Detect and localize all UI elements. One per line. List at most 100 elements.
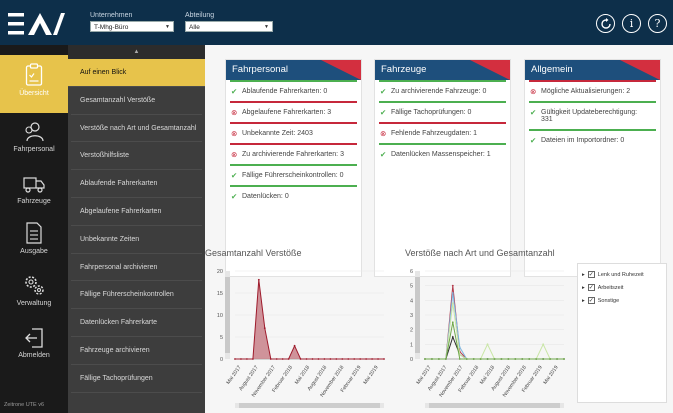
status-text: Mögliche Aktualisierungen: (541, 88, 625, 95)
status-value: 1 (486, 151, 491, 158)
status-row[interactable]: ⊗ Zu archivierende Fahrerkarten: 3 (230, 143, 357, 164)
data-point (341, 358, 344, 360)
subnav-datenluecken-fahrerkarte[interactable]: Datenlücken Fahrerkarte (71, 309, 202, 337)
x-tick-label: Mai 2019 (362, 365, 379, 386)
department-select[interactable]: Alle ▼ (185, 21, 273, 32)
checkbox[interactable]: ✓ (587, 297, 595, 304)
data-point (451, 321, 454, 324)
legend-item[interactable]: ▸ ✓ Sonstige (582, 294, 662, 307)
main-navigation: Übersicht Fahrpersonal Fahrzeuge Ausgabe (0, 45, 68, 413)
check-circle-icon: ✔ (380, 87, 387, 96)
refresh-icon[interactable] (596, 14, 615, 33)
nav-item-uebersicht[interactable]: Übersicht (0, 55, 68, 113)
data-point (365, 358, 368, 360)
company-label: Unternehmen (90, 12, 133, 19)
subnav-fahrzeuge-archivieren[interactable]: Fahrzeuge archivieren (71, 337, 202, 365)
data-point (240, 358, 242, 360)
document-icon (26, 222, 42, 244)
card-corner-accent (620, 60, 660, 80)
data-point (556, 358, 558, 360)
status-value: 0 (467, 109, 472, 116)
chart-legend: ▸ ✓ Lenk und Ruhezeit ▸ ✓ Arbeitszeit ▸ ✓ Sons… (577, 263, 667, 403)
status-row[interactable]: ⊗ Unbekannte Zeit: 2403 (230, 122, 357, 143)
data-point (293, 344, 296, 347)
status-text: Fällige Tachoprüfungen: (391, 109, 466, 116)
status-text: Dateien im Importordner: (541, 137, 619, 144)
h-scrollbar-thumb (429, 403, 560, 408)
nav-label: Ausgabe (20, 248, 48, 255)
error-circle-icon: ⊗ (231, 150, 238, 159)
card-header: Fahrzeuge (375, 60, 510, 80)
top-icons: i ? (596, 14, 667, 33)
data-point (347, 358, 350, 360)
scroll-up-arrow-icon[interactable]: ▲ (68, 45, 205, 59)
status-row[interactable]: ✔ Ablaufende Fahrerkarten: 0 (230, 80, 357, 101)
legend-label: Sonstige (597, 297, 620, 304)
status-row[interactable]: ✔ Datenlücken Massenspeicher: 1 (379, 143, 506, 164)
status-text: Fehlende Fahrzeugdaten: (391, 130, 472, 137)
data-point (542, 358, 545, 360)
info-icon[interactable]: i (622, 14, 641, 33)
nav-item-fahrpersonal[interactable]: Fahrpersonal (0, 121, 68, 153)
subnav-auf-einen-blick[interactable]: Auf einen Blick (68, 59, 205, 87)
status-row[interactable]: ✔ Dateien im Importordner: 0 (529, 129, 656, 150)
checkbox[interactable]: ✓ (587, 271, 595, 278)
data-point (335, 358, 338, 360)
department-filter: Abteilung Alle ▼ (185, 12, 273, 32)
users-icon (25, 122, 44, 142)
nav-item-verwaltung[interactable]: Verwaltung (0, 273, 68, 307)
series-line (425, 322, 564, 360)
status-row[interactable]: ⊗ Abgelaufene Fahrerkarten: 3 (230, 101, 357, 122)
subnav-verstoesse-nach-art[interactable]: Verstöße nach Art und Gesamtanzahl (71, 115, 202, 143)
subnav-verstosshilfsliste[interactable]: Verstoßhilfsliste (71, 142, 202, 171)
data-point (329, 358, 332, 360)
error-circle-icon: ⊗ (231, 129, 238, 138)
company-select[interactable]: T-Mhg-Büro ▼ (90, 21, 174, 32)
data-point (431, 358, 433, 360)
chart-title-gesamtanzahl: Gesamtanzahl Verstöße (205, 248, 302, 258)
status-row[interactable]: ✔ Gültigkeit Updateberechtigung: 331 (529, 101, 656, 129)
nav-item-fahrzeuge[interactable]: Fahrzeuge (0, 173, 68, 205)
sub-navigation: ▲ Auf einen Blick Gesamtanzahl Verstöße … (68, 45, 205, 413)
data-point (444, 358, 447, 360)
nav-item-abmelden[interactable]: Abmelden (0, 327, 68, 359)
check-circle-icon: ✔ (231, 87, 238, 96)
check-circle-icon: ✔ (380, 108, 387, 117)
card-allgemein: Allgemein ⊗ Mögliche Aktualisierungen: 2 … (524, 59, 661, 277)
card-title: Fahrzeuge (381, 64, 427, 75)
subnav-fahrpersonal-archivieren[interactable]: Fahrpersonal archivieren (71, 254, 202, 282)
data-point (500, 358, 503, 360)
legend-item[interactable]: ▸ ✓ Lenk und Ruhezeit (582, 268, 662, 281)
status-row[interactable]: ✔ Fällige Tachoprüfungen: 0 (379, 101, 506, 122)
data-point (451, 292, 454, 294)
data-point (311, 358, 314, 360)
nav-item-ausgabe[interactable]: Ausgabe (0, 221, 68, 255)
y-tick-label: 4 (410, 298, 413, 304)
status-row[interactable]: ✔ Datenlücken: 0 (230, 185, 357, 206)
status-row[interactable]: ⊗ Fehlende Fahrzeugdaten: 1 (379, 122, 506, 143)
status-value: 0 (323, 88, 328, 95)
data-point (458, 358, 461, 360)
status-row[interactable]: ✔ Zu archivierende Fahrzeuge: 0 (379, 80, 506, 101)
data-point (305, 358, 308, 360)
checkbox[interactable]: ✓ (587, 284, 595, 291)
legend-item[interactable]: ▸ ✓ Arbeitszeit (582, 281, 662, 294)
subnav-unbekannte-zeiten[interactable]: Unbekannte Zeiten (71, 226, 202, 254)
status-text: Abgelaufene Fahrerkarten: (242, 109, 326, 116)
status-text: Zu archivierende Fahrzeuge: (391, 88, 481, 95)
data-point (383, 358, 385, 360)
subnav-faellige-tachopruefungen[interactable]: Fällige Tachoprüfungen (71, 365, 202, 393)
subnav-abgelaufene-fahrerkarten[interactable]: Abgelaufene Fahrerkarten (71, 198, 202, 226)
status-row[interactable]: ⊗ Mögliche Aktualisierungen: 2 (529, 80, 656, 101)
subnav-ablaufende-fahrerkarten[interactable]: Ablaufende Fahrerkarten (71, 170, 202, 198)
y-tick-label: 5 (220, 335, 223, 341)
subnav-gesamtanzahl-verstoesse[interactable]: Gesamtanzahl Verstöße (71, 87, 202, 115)
data-point (359, 358, 362, 360)
clipboard-icon (25, 63, 43, 86)
status-row[interactable]: ✔ Fällige Führerscheinkontrollen: 0 (230, 164, 357, 185)
department-select-value: Alle (189, 24, 200, 31)
subnav-faellige-fuehrerscheinkontrollen[interactable]: Fällige Führerscheinkontrollen (71, 281, 202, 310)
help-icon[interactable]: ? (648, 14, 667, 33)
status-text: Zu archivierende Fahrerkarten: (242, 151, 339, 158)
data-point (507, 358, 510, 360)
